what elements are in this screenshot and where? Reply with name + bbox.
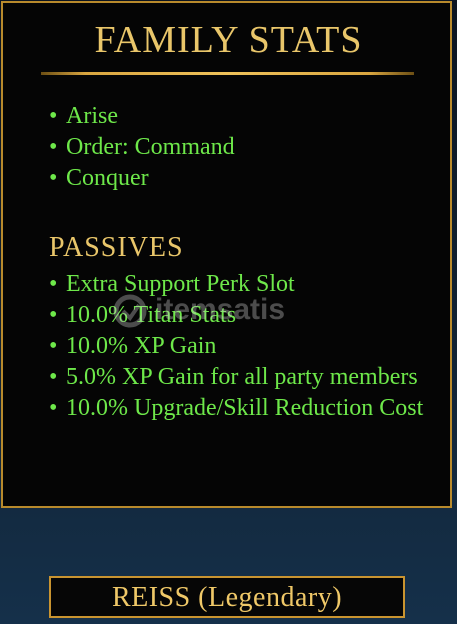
family-stat-label: Order: Command: [66, 134, 235, 160]
list-item: • Order: Command: [49, 132, 439, 163]
passives-heading: PASSIVES: [49, 232, 184, 263]
panel-title: FAMILY STATS: [94, 19, 363, 61]
family-stats-list: • Arise • Order: Command • Conquer: [49, 101, 439, 194]
family-stats-panel: FAMILY STATS • Arise • Order: Command • Con…: [1, 1, 452, 508]
family-stat-label: Conquer: [66, 165, 149, 191]
bullet-icon: •: [49, 165, 58, 191]
hero-name: REISS (Legendary): [111, 582, 343, 613]
bullet-icon: •: [49, 271, 58, 297]
list-item: • 10.0% XP Gain: [49, 331, 439, 362]
family-stat-label: Arise: [66, 103, 118, 129]
list-item: • 10.0% Upgrade/Skill Reduction Cost: [49, 393, 439, 424]
passive-label: 10.0% Titan Stats: [66, 302, 237, 328]
bullet-icon: •: [49, 103, 58, 129]
passive-label: 10.0% Upgrade/Skill Reduction Cost: [66, 395, 424, 421]
bullet-icon: •: [49, 134, 58, 160]
bullet-icon: •: [49, 302, 58, 328]
list-item: • Conquer: [49, 163, 439, 194]
passives-list: • Extra Support Perk Slot • 10.0% Titan St…: [49, 269, 439, 424]
hero-name-box: REISS (Legendary): [49, 576, 405, 618]
list-item: • 10.0% Titan Stats: [49, 300, 439, 331]
passive-label: Extra Support Perk Slot: [66, 271, 295, 297]
bullet-icon: •: [49, 333, 58, 359]
list-item: • Arise: [49, 101, 439, 132]
list-item: • Extra Support Perk Slot: [49, 269, 439, 300]
title-divider: [41, 72, 414, 75]
bullet-icon: •: [49, 364, 58, 390]
passive-label: 5.0% XP Gain for all party members: [66, 364, 418, 390]
passive-label: 10.0% XP Gain: [66, 333, 217, 359]
bullet-icon: •: [49, 395, 58, 421]
list-item: • 5.0% XP Gain for all party members: [49, 362, 439, 393]
